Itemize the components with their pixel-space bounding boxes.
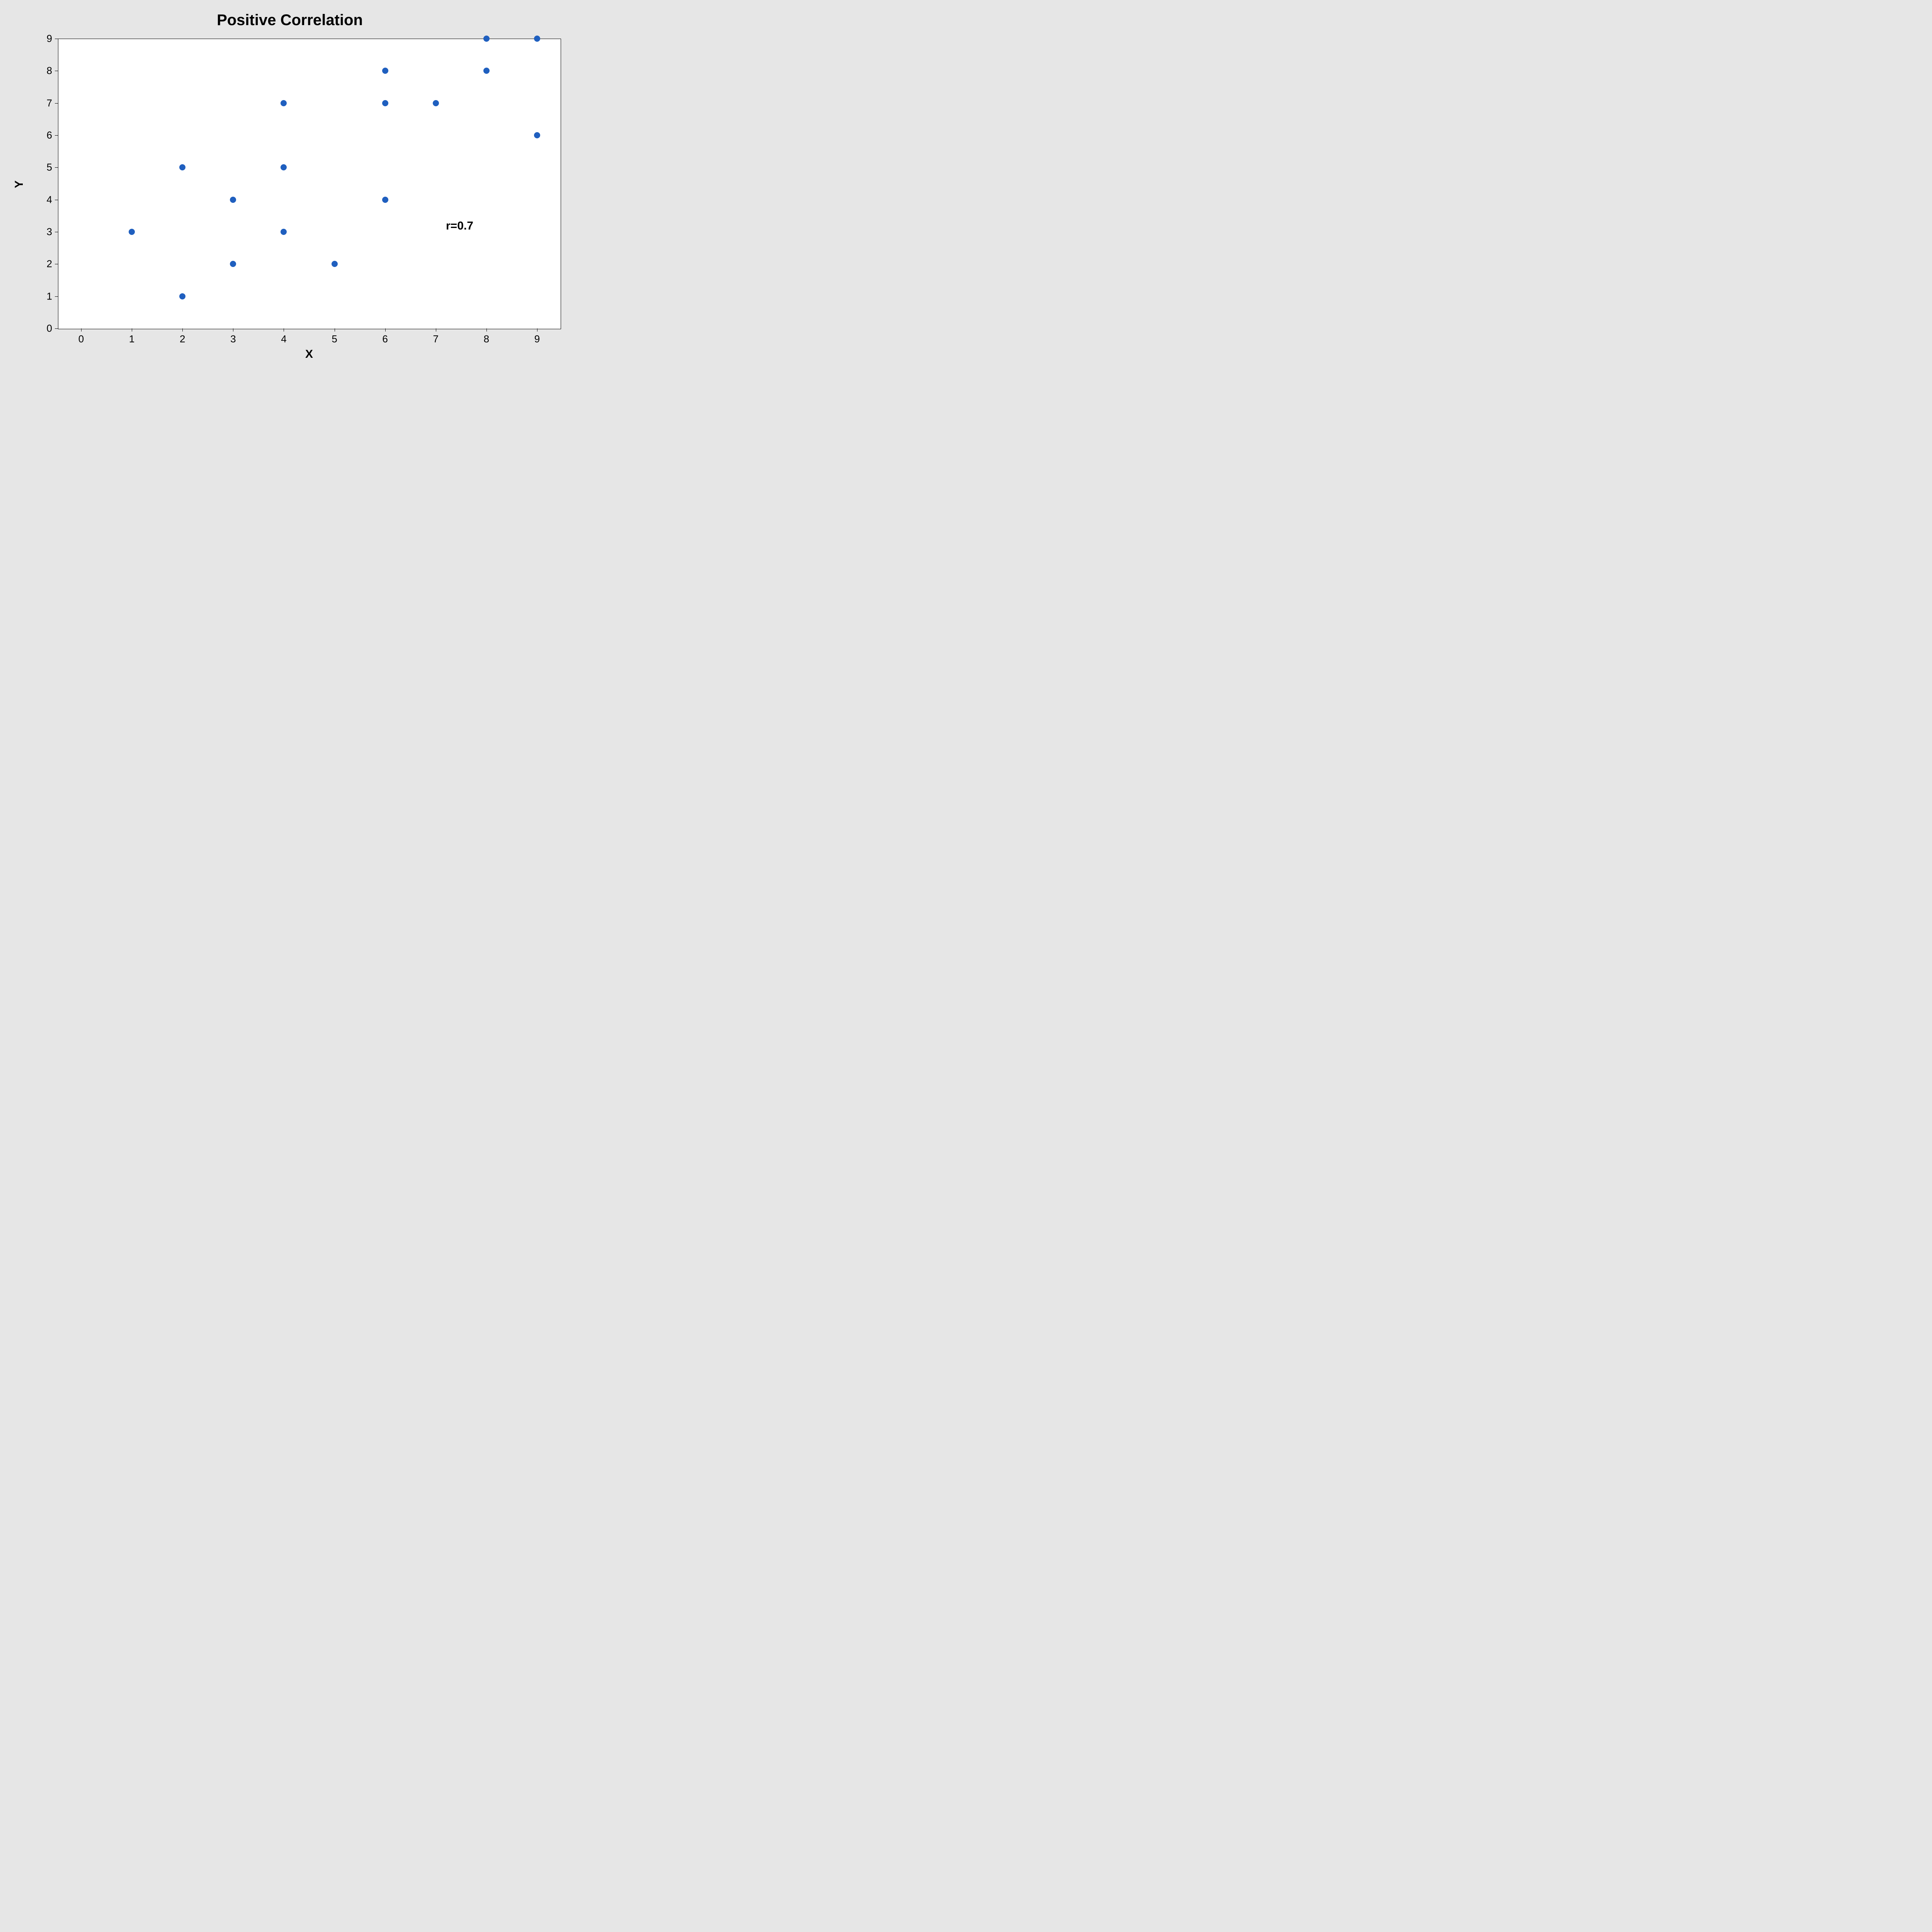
data-point (483, 68, 490, 74)
y-tick-mark (55, 135, 58, 136)
x-tick-mark (182, 328, 183, 332)
data-point (230, 197, 236, 203)
y-tick-label: 4 (41, 194, 52, 206)
data-point (534, 36, 540, 42)
data-point (129, 229, 135, 235)
x-tick-label: 0 (78, 333, 84, 345)
data-point (483, 36, 490, 42)
data-point (382, 100, 388, 106)
x-tick-label: 3 (230, 333, 236, 345)
y-tick-label: 7 (41, 97, 52, 109)
y-tick-label: 0 (41, 323, 52, 335)
x-tick-label: 1 (129, 333, 134, 345)
x-tick-mark (385, 328, 386, 332)
y-tick-label: 2 (41, 258, 52, 270)
data-point (179, 293, 185, 299)
data-point (534, 132, 540, 138)
y-axis-label: Y (13, 180, 26, 188)
data-point (281, 229, 287, 235)
data-point (382, 68, 388, 74)
x-tick-label: 9 (534, 333, 540, 345)
y-tick-label: 6 (41, 129, 52, 141)
y-tick-mark (55, 167, 58, 168)
x-tick-label: 6 (382, 333, 388, 345)
data-point (179, 164, 185, 170)
x-tick-mark (81, 328, 82, 332)
data-point (230, 261, 236, 267)
annotation-correlation: r=0.7 (446, 219, 473, 233)
y-tick-mark (55, 296, 58, 297)
y-tick-label: 9 (41, 33, 52, 45)
chart-canvas: Positive Correlation X Y 0 1 2 3 4 5 6 7 8 9 0 1 2 3 4… (0, 0, 580, 386)
y-tick-label: 3 (41, 226, 52, 238)
y-tick-label: 1 (41, 290, 52, 302)
plot-area (58, 39, 561, 329)
data-point (382, 197, 388, 203)
x-tick-label: 7 (433, 333, 439, 345)
data-point (281, 164, 287, 170)
y-tick-mark (55, 103, 58, 104)
y-tick-mark (55, 328, 58, 329)
x-axis-label: X (58, 348, 560, 361)
x-tick-label: 2 (180, 333, 185, 345)
data-point (281, 100, 287, 106)
x-tick-label: 5 (332, 333, 337, 345)
x-tick-label: 4 (281, 333, 286, 345)
x-tick-mark (486, 328, 487, 332)
x-tick-label: 8 (484, 333, 489, 345)
chart-title: Positive Correlation (0, 12, 580, 29)
y-tick-label: 8 (41, 65, 52, 77)
data-point (332, 261, 338, 267)
y-tick-label: 5 (41, 162, 52, 173)
data-point (433, 100, 439, 106)
